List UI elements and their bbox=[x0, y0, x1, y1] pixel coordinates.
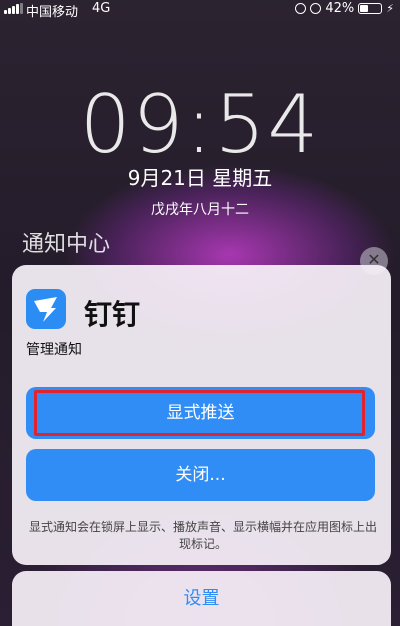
battery-icon bbox=[358, 3, 383, 14]
carrier-label: 中国移动 bbox=[26, 5, 79, 20]
close-notifications-label: 关闭... bbox=[175, 465, 226, 485]
sheet-subtitle: 管理通知 bbox=[26, 342, 82, 358]
charging-icon: ⚡ bbox=[386, 2, 394, 15]
lock-date: 9月21日 星期五 bbox=[127, 166, 273, 190]
lock-lunar-date: 戊戌年八月十二 bbox=[151, 202, 249, 218]
sheet-description: 显式通知会在锁屏上显示、播放声音、显示横幅并在应用图标上出现标记。 bbox=[28, 520, 377, 551]
app-name: 钉钉 bbox=[84, 298, 141, 331]
lock-clock: 09:54 bbox=[79, 78, 321, 171]
settings-button[interactable]: 设置 bbox=[12, 571, 391, 626]
battery-percent: 42% bbox=[325, 1, 355, 16]
battery-fill bbox=[360, 5, 369, 12]
lock-rotation-icon bbox=[295, 3, 307, 14]
settings-label: 设置 bbox=[183, 588, 220, 609]
show-push-button[interactable]: 显式推送 bbox=[26, 387, 375, 439]
show-push-label: 显式推送 bbox=[166, 403, 235, 423]
close-notifications-button[interactable]: 关闭... bbox=[26, 449, 375, 501]
notification-center-title: 通知中心 bbox=[22, 232, 111, 257]
status-bar: 中国移动 4G 42% ⚡ bbox=[0, 0, 400, 20]
status-right: 42% ⚡ bbox=[295, 1, 394, 16]
signal-icon bbox=[4, 3, 23, 14]
dingtalk-icon bbox=[26, 289, 66, 329]
alarm-icon bbox=[310, 3, 322, 14]
network-label: 4G bbox=[92, 1, 111, 16]
manage-notification-sheet: 钉钉 管理通知 显式推送 关闭... 显式通知会在锁屏上显示、播放声音、显示横幅… bbox=[12, 265, 391, 565]
